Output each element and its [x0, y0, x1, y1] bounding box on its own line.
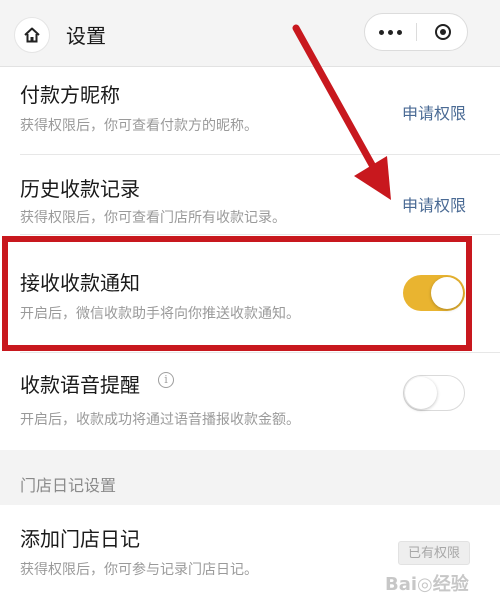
setting-description: 获得权限后，你可参与记录门店日记。: [20, 562, 258, 578]
nav-bar: 设置: [0, 0, 500, 67]
toggle-knob: [431, 277, 463, 309]
page-title: 设置: [66, 24, 106, 48]
more-icon: [378, 29, 402, 35]
setting-title: 付款方昵称: [20, 83, 120, 107]
setting-title: 添加门店日记: [20, 527, 140, 551]
request-permission-link[interactable]: 申请权限: [402, 192, 466, 216]
voice-reminder-toggle[interactable]: [403, 375, 465, 411]
mini-program-capsule: [364, 13, 468, 51]
capsule-divider: [416, 23, 417, 41]
close-capsule-icon: [435, 24, 451, 40]
permission-granted-badge: 已有权限: [398, 541, 470, 565]
more-button[interactable]: [365, 14, 415, 50]
info-icon[interactable]: i: [158, 372, 174, 388]
setting-title: 历史收款记录: [20, 177, 140, 201]
setting-description: 开启后，微信收款助手将向你推送收款通知。: [20, 306, 300, 322]
close-capsule-button[interactable]: [418, 14, 468, 50]
request-permission-link[interactable]: 申请权限: [402, 100, 466, 124]
setting-row-voice-reminder: 收款语音提醒 i 开启后，收款成功将通过语音播报收款金额。: [0, 353, 500, 450]
setting-title: 收款语音提醒: [20, 373, 140, 397]
setting-title: 接收收款通知: [20, 271, 140, 295]
notification-toggle[interactable]: [403, 275, 465, 311]
setting-description: 获得权限后，你可查看付款方的昵称。: [20, 118, 258, 134]
home-button[interactable]: [14, 17, 50, 53]
watermark: Bai◎经验: [385, 574, 469, 595]
section-header-diary: 门店日记设置: [20, 476, 117, 495]
home-icon: [24, 27, 40, 43]
setting-row-payment-notification: 接收收款通知 开启后，微信收款助手将向你推送收款通知。: [0, 235, 500, 353]
setting-row-payer-nickname: 付款方昵称 获得权限后，你可查看付款方的昵称。 申请权限: [0, 67, 500, 155]
setting-description: 开启后，收款成功将通过语音播报收款金额。: [20, 412, 300, 428]
setting-description: 获得权限后，你可查看门店所有收款记录。: [20, 210, 286, 226]
toggle-knob: [405, 377, 437, 409]
setting-row-history-records: 历史收款记录 获得权限后，你可查看门店所有收款记录。 申请权限: [0, 155, 500, 235]
